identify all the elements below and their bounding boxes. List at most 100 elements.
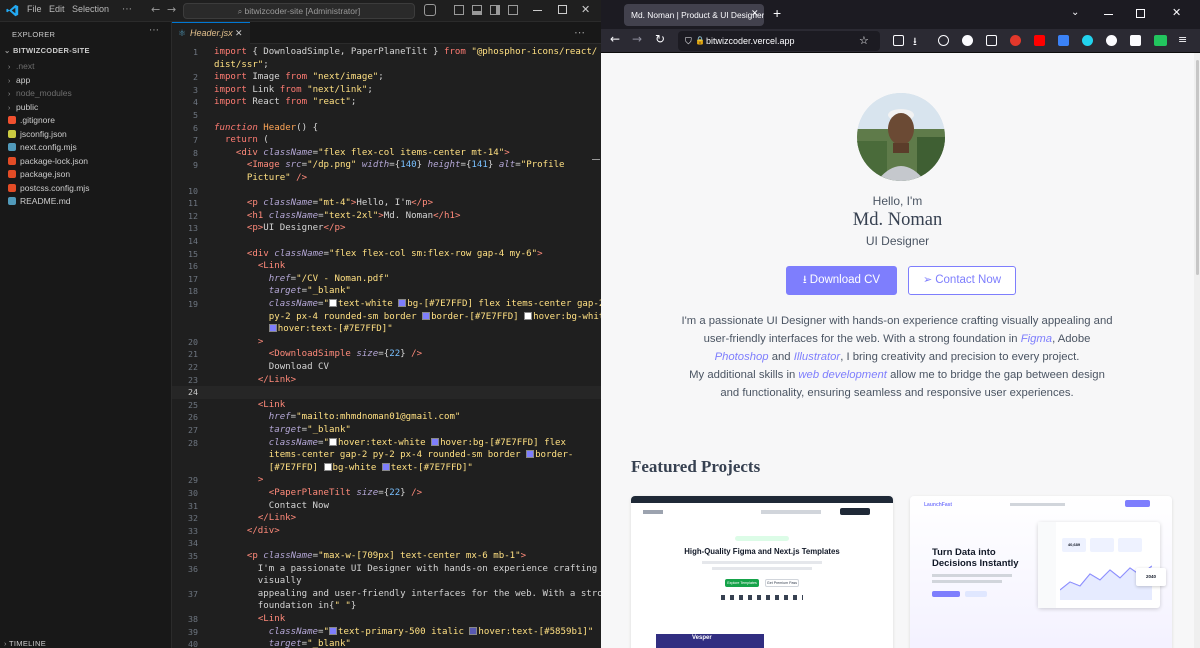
close-icon[interactable]: ✕ [1172,6,1181,19]
more-menu-icon[interactable]: ⋯ [122,4,132,15]
account-icon[interactable] [938,35,949,46]
tab-close-icon[interactable]: ✕ [235,23,243,44]
file-type-icon [8,129,16,138]
extension-blue-icon[interactable] [1058,35,1069,46]
new-tab-button[interactable]: + [773,5,781,21]
menu-selection[interactable]: Selection [72,4,109,14]
browser-tab-active[interactable]: Md. Noman | Product & UI Designer [624,4,764,26]
url-bar[interactable]: ⛉ 🔒 bitwizcoder.vercel.app ☆ [678,31,880,51]
card2-float-stat: 2040 [1136,568,1166,586]
copilot-icon[interactable] [424,4,436,16]
intro-line-2-text: user-friendly interfaces for the web. Wi… [703,333,1021,345]
explorer-more-icon[interactable]: ⋯ [149,25,159,36]
tree-folder[interactable]: › node_modules [0,87,171,100]
code-line: import { DownloadSimple, PaperPlaneTilt … [214,47,598,57]
toggle-ext-icon[interactable] [1154,35,1167,46]
line-number: 29 [188,475,198,486]
maximize-icon[interactable] [558,5,567,14]
downloads-icon[interactable]: ⭳ [913,33,917,52]
tree-file[interactable]: README.md [0,195,171,208]
editor-more-icon[interactable]: ⋯ [574,26,585,39]
app-menu-icon[interactable]: ≡ [1178,33,1187,46]
lock-icon[interactable]: 🔒 [695,31,705,51]
card2-cta [932,591,960,597]
extension-cyan-icon[interactable] [1082,35,1093,46]
forward-icon[interactable]: → [632,32,642,46]
back-icon[interactable]: ← [610,32,620,46]
figma-link[interactable]: Figma [1021,333,1052,345]
download-icon: ⭳ [802,274,810,286]
code-line: Picture" /> [246,173,308,183]
line-number: 28 [188,437,198,448]
shield-icon[interactable]: ⛉ [685,31,692,51]
line-number: 20 [188,336,198,347]
line-number: 11 [188,198,198,209]
code-line: appealing and user-friendly interfaces f… [214,588,601,599]
page-scrollbar-thumb[interactable] [1196,60,1199,275]
card2-subtext-2 [932,580,1002,583]
ublock-icon[interactable] [1010,35,1021,46]
intro-line-3: Photoshop and Illustrator, I bring creat… [647,348,1147,366]
tree-file[interactable]: package-lock.json [0,155,171,168]
chevron-right-icon: › [8,64,11,71]
web-development-link[interactable]: web development [798,369,887,381]
minimize-icon[interactable] [1104,14,1113,15]
tree-folder[interactable]: › public [0,101,171,114]
line-number: 3 [193,84,198,95]
maximize-icon[interactable] [1136,9,1145,18]
extension-play-icon[interactable] [1130,35,1141,46]
tree-file[interactable]: package.json [0,168,171,181]
extension-m-icon[interactable] [962,35,973,46]
close-icon[interactable]: ✕ [581,3,590,16]
tree-file[interactable]: .gitignore [0,114,171,127]
explorer-header: EXPLORER [12,30,56,39]
tree-item-label: README.md [20,196,71,206]
tree-item-label: node_modules [16,88,72,98]
extensions-puzzle-icon[interactable] [986,35,997,46]
illustrator-link[interactable]: Illustrator [794,351,840,363]
tree-file[interactable]: next.config.mjs [0,141,171,154]
line-number: 25 [188,399,198,410]
menu-file[interactable]: File [27,4,42,14]
project-root[interactable]: ⌄ BITWIZCODER-SITE [4,46,90,55]
tab-close-icon[interactable]: ✕ [751,9,759,19]
line-number: 2 [193,72,198,83]
download-cv-button[interactable]: ⭳ Download CV [786,266,897,295]
pocket-icon[interactable] [893,35,904,46]
project-card-1[interactable]: High-Quality Figma and Next.js Templates… [631,496,893,648]
code-editor[interactable]: 1 import { DownloadSimple, PaperPlaneTilt… [172,44,601,648]
contact-now-button[interactable]: ➢ Contact Now [908,266,1016,295]
card2-nav-button [1125,500,1150,507]
editor-tabs: ⚛ Header.jsx ✕ ⋯ [172,22,601,44]
extension-white-icon[interactable] [1106,35,1117,46]
intro-paragraph: I'm a passionate UI Designer with hands-… [647,312,1147,366]
youtube-ext-icon[interactable] [1034,35,1045,46]
splitter-handle[interactable] [592,159,600,160]
menu-edit[interactable]: Edit [49,4,65,14]
bookmark-star-icon[interactable]: ☆ [859,31,869,51]
file-type-icon [8,183,16,192]
forward-arrow-icon[interactable]: → [167,3,176,16]
file-type-icon [8,143,16,151]
list-tabs-icon[interactable]: ⌄ [1071,7,1079,18]
toggle-sidebar-icon[interactable] [454,5,464,15]
command-center-search[interactable]: ⌕ bitwizcoder-site [Administrator] [183,3,415,19]
photoshop-link[interactable]: Photoshop [715,351,769,363]
tree-file[interactable]: postcss.config.mjs [0,182,171,195]
reload-icon[interactable]: ↻ [655,32,665,46]
tree-folder[interactable]: › .next [0,60,171,73]
code-line: className=" text-primary-500 italic hover… [268,626,594,637]
layout-icon[interactable] [508,5,518,15]
project-card-2[interactable]: LaunchFast Turn Data into Decisions Inst… [910,496,1172,648]
timeline-section[interactable]: › TIMELINE [4,639,46,648]
line-number: 13 [188,223,198,234]
minimize-icon[interactable] [533,10,542,11]
tree-file[interactable]: jsconfig.json [0,128,171,141]
toggle-panel-icon[interactable] [472,5,482,15]
tab-header-jsx[interactable]: ⚛ Header.jsx ✕ [172,22,250,44]
tree-folder[interactable]: › app [0,74,171,87]
back-arrow-icon[interactable]: ← [151,3,160,16]
line-number: 31 [188,500,198,511]
toggle-secondary-sidebar-icon[interactable] [490,5,500,15]
tab-title: Md. Noman | Product & UI Designer [631,10,764,20]
